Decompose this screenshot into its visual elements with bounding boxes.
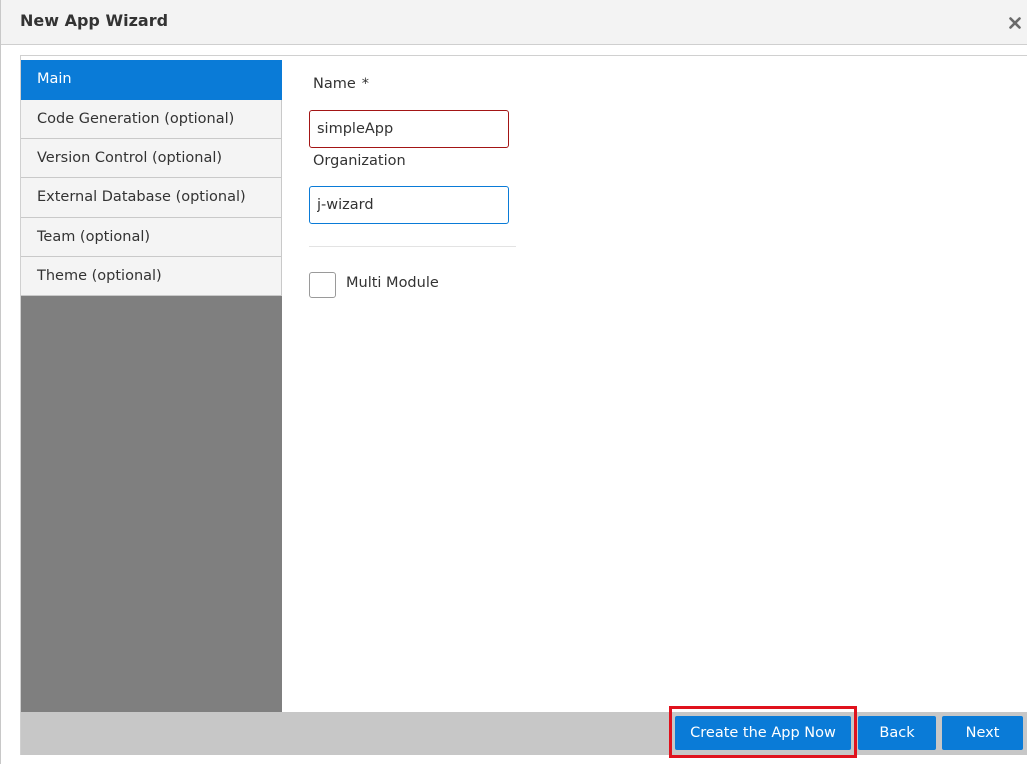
form-divider [309, 246, 516, 247]
organization-label: Organization [313, 153, 406, 169]
name-label: Name * [313, 76, 370, 92]
sidebar-item-theme[interactable]: Theme (optional) [21, 257, 282, 296]
required-marker: * [361, 76, 370, 92]
title-bar: New App Wizard [1, 0, 1027, 45]
name-input[interactable] [309, 110, 509, 148]
multi-module-label: Multi Module [346, 275, 439, 291]
create-app-now-button[interactable]: Create the App Now [675, 716, 851, 750]
new-app-wizard-dialog: New App Wizard Main Code Generation (opt… [0, 0, 1027, 764]
close-icon [1009, 17, 1021, 29]
sidebar-item-version-control[interactable]: Version Control (optional) [21, 139, 282, 178]
sidebar-item-main[interactable]: Main [21, 60, 282, 100]
dialog-title: New App Wizard [20, 11, 169, 30]
close-button[interactable] [1004, 12, 1026, 34]
wizard-step-nav: Main Code Generation (optional) Version … [21, 60, 282, 712]
sidebar-item-external-database[interactable]: External Database (optional) [21, 178, 282, 218]
sidebar-item-code-generation[interactable]: Code Generation (optional) [21, 100, 282, 139]
multi-module-checkbox[interactable] [309, 272, 336, 298]
sidebar-item-team[interactable]: Team (optional) [21, 218, 282, 257]
next-button[interactable]: Next [942, 716, 1023, 750]
back-button[interactable]: Back [858, 716, 936, 750]
organization-input[interactable] [309, 186, 509, 224]
